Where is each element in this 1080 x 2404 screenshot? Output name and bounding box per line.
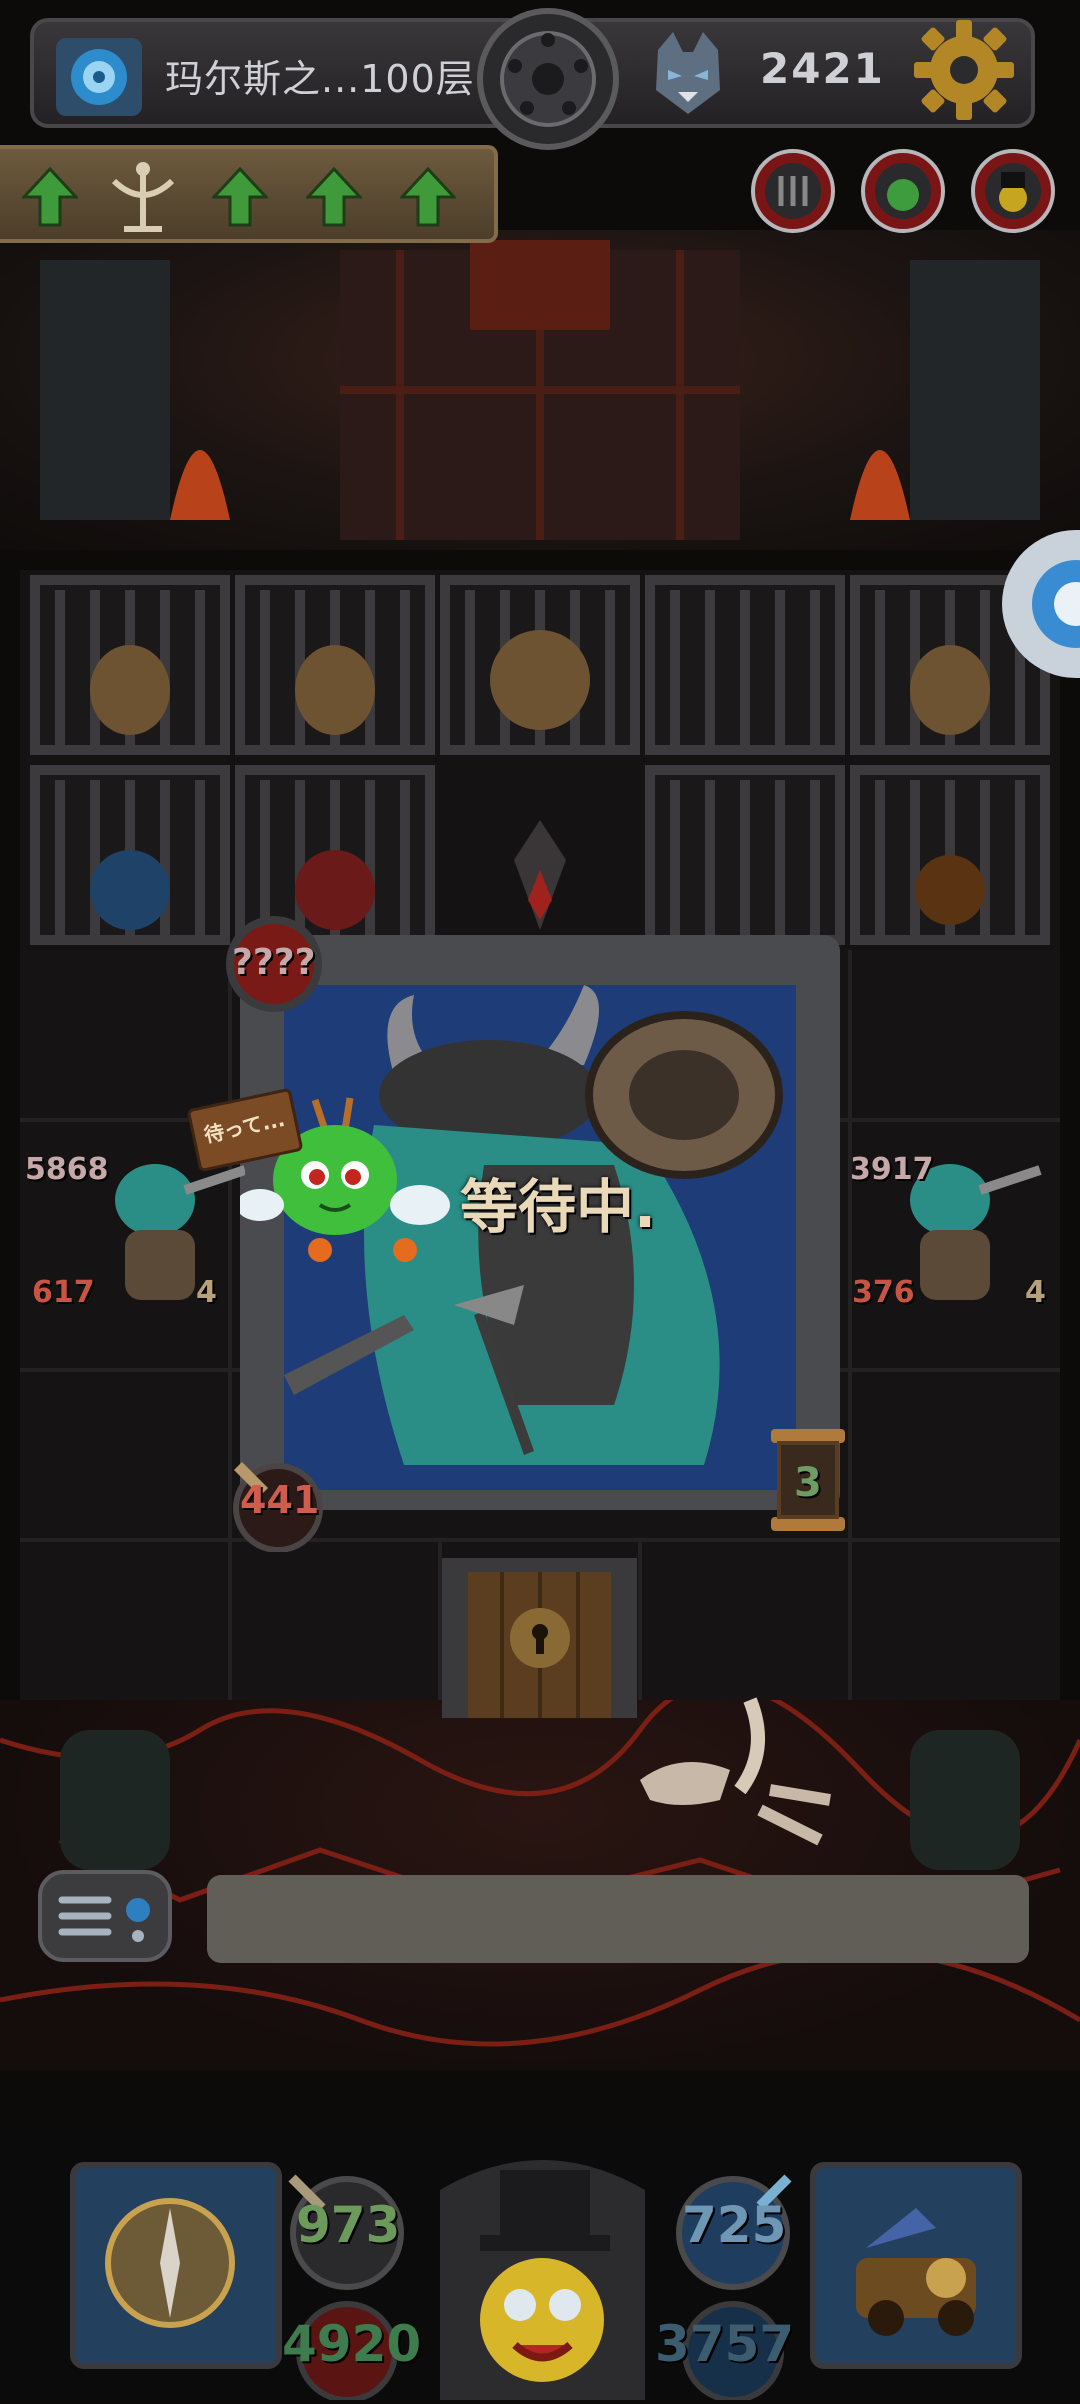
left-enemy-attack: 617 bbox=[32, 1275, 95, 1310]
turn-timer-value: 3 bbox=[794, 1460, 822, 1506]
level-name: 玛尔斯之...100层 bbox=[165, 57, 475, 101]
green-up-arrow-icon bbox=[306, 167, 362, 227]
hero-status-button[interactable] bbox=[970, 148, 1056, 234]
gear-icon[interactable] bbox=[910, 16, 1018, 124]
green-up-arrow-icon bbox=[400, 167, 456, 227]
left-enemy-hp: 5868 bbox=[25, 1152, 109, 1187]
green-monster-status-button[interactable] bbox=[860, 148, 946, 234]
portal-icon[interactable] bbox=[50, 30, 148, 120]
lava-gate-scene bbox=[0, 230, 1080, 550]
player-defense-stat: 725 bbox=[682, 2196, 787, 2254]
chat-menu-icon[interactable] bbox=[38, 1870, 172, 1962]
compass-skill-button[interactable] bbox=[70, 2162, 282, 2369]
wolf-icon[interactable] bbox=[648, 30, 728, 116]
left-enemy-level: 4 bbox=[196, 1275, 217, 1310]
hero-portrait[interactable] bbox=[420, 2130, 665, 2400]
gold-amount: 2421 bbox=[760, 44, 885, 93]
right-enemy-attack: 376 bbox=[852, 1275, 915, 1310]
player-mana-stat: 3757 bbox=[655, 2315, 795, 2373]
battle-status-text: 等待中. bbox=[460, 1173, 657, 1241]
right-enemy-level: 4 bbox=[1025, 1275, 1046, 1310]
frame-ornament bbox=[508, 820, 572, 940]
player-gold-stat: 973 bbox=[296, 2196, 401, 2254]
buff-bar bbox=[0, 145, 498, 243]
mystery-stat-value: ???? bbox=[232, 942, 316, 983]
player-attack-stat: 4920 bbox=[282, 2315, 422, 2373]
scepter-icon bbox=[111, 162, 175, 232]
green-up-arrow-icon bbox=[212, 167, 268, 227]
chat-input[interactable] bbox=[207, 1875, 1029, 1963]
side-drawer-handle[interactable] bbox=[1002, 530, 1080, 678]
medal-icon[interactable] bbox=[475, 6, 621, 152]
cage-status-button[interactable] bbox=[750, 148, 836, 234]
green-up-arrow-icon bbox=[22, 167, 78, 227]
locked-door[interactable] bbox=[442, 1558, 637, 1718]
right-enemy-hp: 3917 bbox=[850, 1152, 934, 1187]
cannon-item-button[interactable] bbox=[810, 2162, 1022, 2369]
skeleton-bones-decoration bbox=[620, 1690, 850, 1860]
monster-attack-value: 441 bbox=[240, 1478, 320, 1522]
